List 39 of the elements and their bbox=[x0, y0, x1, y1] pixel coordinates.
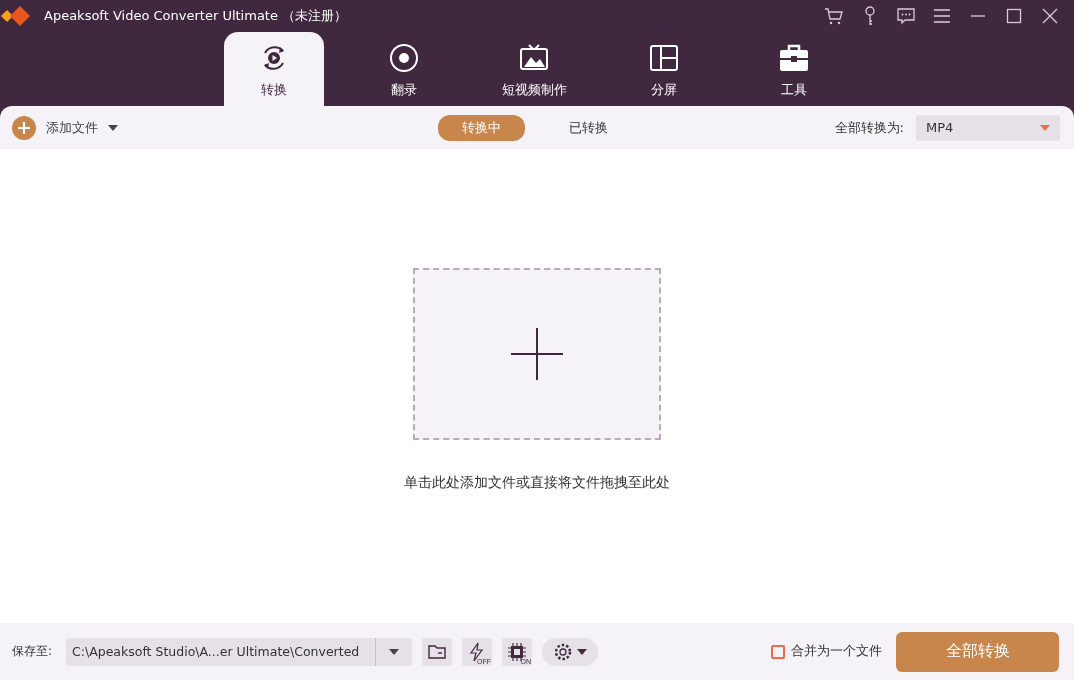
nav-tab[interactable]: 转换 bbox=[224, 32, 324, 106]
gear-icon bbox=[553, 641, 574, 662]
window-title: Apeaksoft Video Converter Ultimate （未注册） bbox=[44, 7, 349, 25]
add-files-label[interactable]: 添加文件 bbox=[46, 118, 98, 137]
format-dropdown[interactable]: MP4 bbox=[916, 114, 1060, 141]
nav-tab[interactable]: 工具 bbox=[744, 32, 844, 106]
nav-tab[interactable]: 短视频制作 bbox=[484, 32, 584, 106]
split-screen-icon bbox=[649, 43, 679, 73]
app-logo bbox=[0, 4, 32, 28]
segment-tab[interactable]: 已转换 bbox=[545, 114, 632, 141]
nav-tab[interactable]: 分屏 bbox=[614, 32, 714, 106]
tab-label: 分屏 bbox=[651, 81, 677, 99]
caret-icon[interactable] bbox=[108, 123, 118, 132]
save-to-label: 保存至: bbox=[12, 643, 53, 660]
add-icon[interactable] bbox=[12, 115, 36, 140]
toolbox-icon bbox=[779, 43, 809, 73]
tab-label: 翻录 bbox=[391, 81, 417, 99]
tab-label: 短视频制作 bbox=[501, 81, 567, 99]
disc-icon bbox=[389, 43, 419, 73]
caret-icon[interactable] bbox=[389, 647, 400, 656]
plus-icon bbox=[511, 328, 563, 380]
merge-label[interactable]: 合并为一个文件 bbox=[791, 643, 882, 660]
output-path-field[interactable]: C:\Apeaksoft Studio\A...er Ultimate\Converted bbox=[66, 637, 413, 666]
tab-label: 转换 bbox=[261, 81, 287, 99]
drop-hint: 单击此处添加文件或直接将文件拖拽至此处 bbox=[404, 474, 670, 492]
close-icon[interactable] bbox=[1040, 6, 1060, 26]
menu-icon[interactable] bbox=[932, 6, 952, 26]
settings-button[interactable] bbox=[542, 637, 599, 666]
nav-tab[interactable]: 翻录 bbox=[354, 32, 454, 106]
caret-icon bbox=[577, 647, 588, 656]
convert-all-label: 全部转换为: bbox=[834, 118, 904, 137]
caret-icon bbox=[1040, 123, 1050, 132]
chat-icon[interactable] bbox=[896, 6, 916, 26]
tab-label: 工具 bbox=[781, 81, 807, 99]
cart-icon[interactable] bbox=[824, 6, 844, 26]
merge-checkbox[interactable] bbox=[771, 644, 785, 659]
maximize-icon[interactable] bbox=[1004, 6, 1024, 26]
open-folder-button[interactable] bbox=[422, 637, 453, 666]
tv-picture-icon bbox=[519, 43, 549, 73]
